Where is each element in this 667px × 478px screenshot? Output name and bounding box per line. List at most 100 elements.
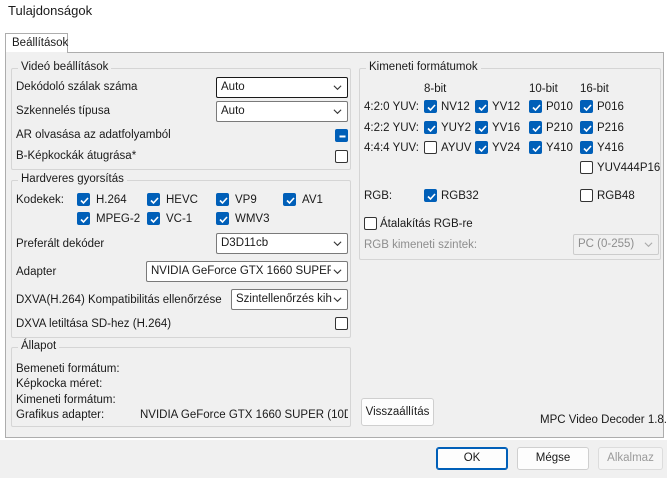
checkmark-icon	[583, 104, 592, 112]
checkmark-icon	[532, 145, 541, 153]
cancel-button[interactable]: Mégse	[517, 447, 589, 470]
checkmark-icon	[286, 197, 295, 205]
yv24-label: YV24	[492, 142, 521, 154]
checkmark-icon	[80, 197, 89, 205]
dxva-sd-label: DXVA letiltása SD-hez (H.264)	[16, 318, 172, 330]
apply-button[interactable]: Alkalmaz	[598, 447, 663, 470]
nv12-label: NV12	[441, 101, 470, 113]
convert-rgb-checkbox[interactable]	[364, 217, 377, 230]
checkmark-icon	[427, 193, 436, 201]
checkmark-icon	[150, 197, 159, 205]
window-title: Tulajdonságok	[8, 3, 93, 18]
p210-label: P210	[546, 122, 573, 134]
rgb-levels-select[interactable]: PC (0-255)	[573, 234, 659, 255]
p216-checkbox[interactable]	[580, 121, 593, 134]
yuv444p16-label: YUV444P16	[597, 162, 661, 174]
yuy2-checkbox[interactable]	[424, 121, 437, 134]
yv12-checkbox[interactable]	[475, 100, 488, 113]
chevron-down-icon	[333, 297, 342, 303]
row-420-label: 4:2:0 YUV:	[364, 101, 419, 113]
status-title: Állapot	[18, 340, 60, 352]
y410-label: Y410	[546, 142, 573, 154]
p010-checkbox[interactable]	[529, 100, 542, 113]
rgb-levels-label: RGB kimeneti szintek:	[364, 239, 478, 251]
codec-mpeg2-checkbox[interactable]	[77, 212, 90, 225]
row-444-label: 4:4:4 YUV:	[364, 142, 419, 154]
preferred-decoder-select[interactable]: D3D11cb	[216, 233, 348, 254]
adapter-select[interactable]: NVIDIA GeForce GTX 1660 SUPER	[146, 261, 348, 282]
video-settings-title: Videó beállítások	[18, 61, 112, 73]
codec-av1-checkbox[interactable]	[283, 193, 296, 206]
adapter-label: Adapter	[16, 266, 57, 278]
chevron-down-icon	[333, 109, 342, 115]
codec-av1-label: AV1	[302, 194, 323, 206]
row-rgb-label: RGB:	[364, 190, 393, 202]
yv12-label: YV12	[492, 101, 521, 113]
tab-label: Beállítások	[12, 37, 69, 49]
decoder-threads-select[interactable]: Auto	[216, 77, 348, 98]
checkmark-icon	[427, 125, 436, 133]
dxva-check-select[interactable]: Szintellenőrzés kiha	[231, 289, 348, 310]
checkmark-icon	[478, 125, 487, 133]
codec-hevc-checkbox[interactable]	[147, 193, 160, 206]
tab-settings[interactable]: Beállítások	[5, 33, 68, 53]
p010-label: P010	[546, 101, 573, 113]
hw-accel-title: Hardveres gyorsítás	[18, 173, 127, 185]
checkmark-icon	[219, 197, 228, 205]
yuv444p16-checkbox[interactable]	[580, 161, 593, 174]
ar-from-stream-checkbox[interactable]	[335, 129, 348, 142]
output-formats-title: Kimeneti formátumok	[366, 61, 481, 73]
yv24-checkbox[interactable]	[475, 141, 488, 154]
indeterminate-icon	[339, 135, 346, 138]
p210-checkbox[interactable]	[529, 121, 542, 134]
codec-wmv3-checkbox[interactable]	[216, 212, 229, 225]
checkmark-icon	[478, 104, 487, 112]
y416-label: Y416	[597, 142, 624, 154]
p016-label: P016	[597, 101, 624, 113]
graphics-adapter-value: NVIDIA GeForce GTX 1660 SUPER (10DE:	[140, 409, 348, 421]
skip-bframes-checkbox[interactable]	[335, 150, 348, 163]
codec-wmv3-label: WMV3	[235, 213, 270, 225]
checkmark-icon	[80, 216, 89, 224]
codec-h264-checkbox[interactable]	[77, 193, 90, 206]
checkmark-icon	[532, 104, 541, 112]
y416-checkbox[interactable]	[580, 141, 593, 154]
ok-button[interactable]: OK	[436, 447, 508, 470]
checkmark-icon	[427, 104, 436, 112]
yv16-label: YV16	[492, 122, 521, 134]
checkmark-icon	[583, 125, 592, 133]
preferred-decoder-label: Preferált dekóder	[16, 238, 105, 250]
codec-vc1-checkbox[interactable]	[147, 212, 160, 225]
rgb32-checkbox[interactable]	[424, 189, 437, 202]
checkmark-icon	[219, 216, 228, 224]
ayuv-checkbox[interactable]	[424, 141, 437, 154]
chevron-down-icon	[333, 241, 342, 247]
output-format-label: Kimeneti formátum:	[16, 394, 116, 406]
row-422-label: 4:2:2 YUV:	[364, 122, 419, 134]
title-bar: Tulajdonságok	[0, 0, 667, 26]
yuy2-label: YUY2	[441, 122, 472, 134]
convert-rgb-label: Átalakítás RGB-re	[380, 218, 473, 230]
codec-hevc-label: HEVC	[166, 194, 198, 206]
yv16-checkbox[interactable]	[475, 121, 488, 134]
p016-checkbox[interactable]	[580, 100, 593, 113]
rgb48-label: RGB48	[597, 190, 635, 202]
reset-button[interactable]: Visszaállítás	[361, 398, 434, 426]
p216-label: P216	[597, 122, 624, 134]
scan-type-label: Szkennelés típusa	[16, 105, 110, 117]
dxva-check-label: DXVA(H.264) Kompatibilitás ellenőrzése	[16, 294, 222, 306]
chevron-down-icon	[333, 85, 342, 91]
codec-vp9-label: VP9	[235, 194, 257, 206]
dxva-sd-checkbox[interactable]	[335, 317, 348, 330]
graphics-adapter-label: Grafikus adapter:	[16, 409, 105, 421]
decoder-threads-label: Dekódoló szálak száma	[16, 81, 138, 93]
rgb48-checkbox[interactable]	[580, 189, 593, 202]
ayuv-label: AYUV	[441, 142, 472, 154]
input-format-label: Bemeneti formátum:	[16, 363, 120, 375]
nv12-checkbox[interactable]	[424, 100, 437, 113]
scan-type-select[interactable]: Auto	[216, 101, 348, 122]
codec-vp9-checkbox[interactable]	[216, 193, 229, 206]
y410-checkbox[interactable]	[529, 141, 542, 154]
col-10bit-label: 10-bit	[529, 83, 558, 95]
chevron-down-icon	[333, 269, 342, 275]
